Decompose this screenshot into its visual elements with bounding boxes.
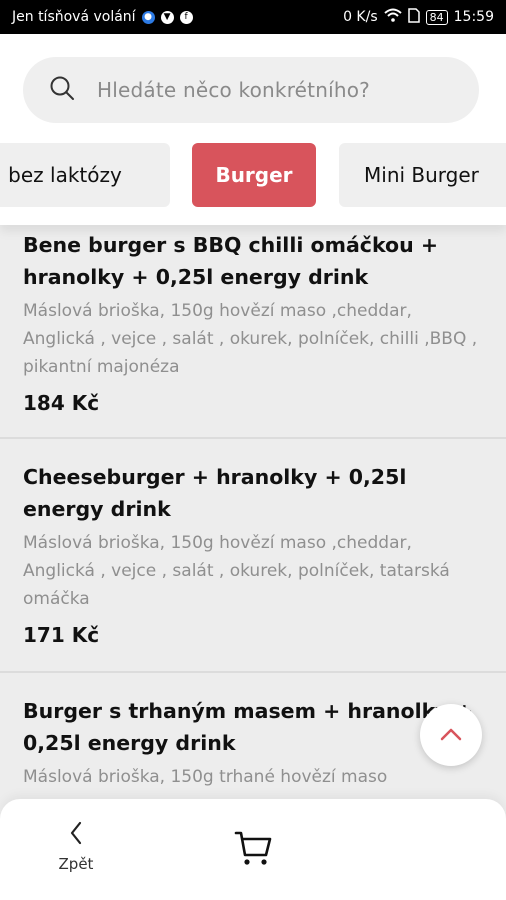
search-icon bbox=[49, 75, 75, 105]
menu-list: Bene burger s BBQ chilli omáčkou + hrano… bbox=[0, 225, 506, 791]
scroll-top-button[interactable] bbox=[420, 704, 482, 766]
search-input[interactable]: Hledáte něco konkrétního? bbox=[23, 57, 479, 123]
item-title: Burger s trhaným masem + hranolky + 0,25… bbox=[23, 699, 473, 755]
wifi-icon bbox=[383, 8, 402, 26]
category-tabs: bez laktózy Burger Mini Burger bbox=[0, 143, 506, 207]
chevron-left-icon bbox=[69, 821, 83, 849]
back-label: Zpět bbox=[58, 855, 94, 873]
sim-icon bbox=[407, 7, 420, 27]
category-chip-selected[interactable]: Burger bbox=[192, 143, 316, 207]
cart-icon bbox=[234, 831, 272, 871]
back-button[interactable]: Zpět bbox=[46, 821, 106, 873]
item-price: 184 Kč bbox=[23, 391, 100, 415]
category-chip[interactable]: bez laktózy bbox=[0, 143, 170, 207]
shield-icon: ▼ bbox=[160, 10, 174, 24]
item-price: 171 Kč bbox=[23, 623, 100, 647]
network-speed: 0 K/s bbox=[343, 9, 378, 25]
battery-indicator: 84 bbox=[425, 9, 448, 25]
item-title: Bene burger s BBQ chilli omáčkou + hrano… bbox=[23, 233, 439, 289]
header: Hledáte něco konkrétního? bez laktózy Bu… bbox=[0, 34, 506, 225]
notification-icon: ● bbox=[141, 10, 155, 24]
list-item[interactable]: Cheeseburger + hranolky + 0,25l energy d… bbox=[0, 439, 506, 673]
bottom-nav: Zpět bbox=[0, 799, 506, 900]
search-placeholder: Hledáte něco konkrétního? bbox=[97, 78, 370, 102]
item-description: Máslová brioška, 150g hovězí maso ,chedd… bbox=[23, 533, 450, 609]
cart-button[interactable] bbox=[234, 829, 272, 871]
list-item[interactable]: Bene burger s BBQ chilli omáčkou + hrano… bbox=[0, 225, 506, 439]
clock: 15:59 bbox=[453, 9, 494, 25]
carrier-text: Jen tísňová volání bbox=[12, 9, 136, 25]
item-description: Máslová brioška, 150g trhané hovězí maso bbox=[23, 767, 388, 787]
chevron-up-icon bbox=[440, 726, 462, 745]
facebook-icon: f bbox=[179, 10, 193, 24]
item-title: Cheeseburger + hranolky + 0,25l energy d… bbox=[23, 465, 407, 521]
category-chip[interactable]: Mini Burger bbox=[339, 143, 506, 207]
status-bar: Jen tísňová volání ● ▼ f 0 K/s 84 15:59 bbox=[0, 0, 506, 34]
item-description: Máslová brioška, 150g hovězí maso ,chedd… bbox=[23, 301, 478, 377]
